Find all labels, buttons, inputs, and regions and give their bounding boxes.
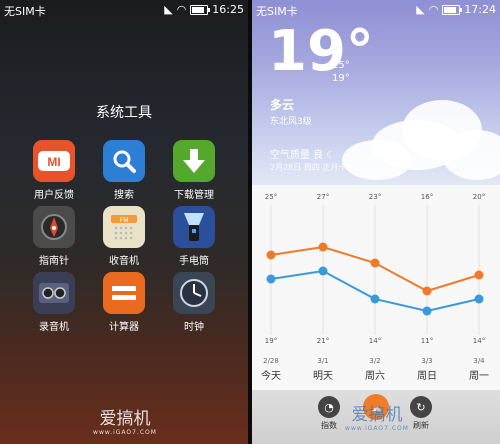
app-calculator[interactable]: 计算器 [89,272,159,333]
day-tick-label: 明天 [313,370,333,382]
watermark-url: www.iGAO7.COM [93,429,157,436]
battery-icon [190,4,211,15]
app-label: 用户反馈 [34,190,74,201]
left-phone-screen: 无SIM卡 ◣ ◠ 16:25 系统工具 MI 用户反馈 搜索 下载管理 指南针… [0,0,248,444]
data-label: 11° [421,337,433,345]
battery-icon [442,4,463,15]
app-label: 时钟 [184,322,204,333]
current-temperature: 19° [268,19,374,84]
data-point [266,250,276,260]
watermark: 爱搞机 www.iGAO7.COM [332,400,422,432]
data-point [422,306,432,316]
data-label: 19° [265,337,277,345]
bottom-toolbar: ◔ 指数 ☁ ↻ 刷新 爱搞机 www.iGAO7.COM [252,390,500,444]
wind-info: 东北风3级 [270,117,312,127]
app-download-manager[interactable]: 下载管理 [159,140,229,201]
data-point [266,274,276,284]
date-tick-label: 3/4 [473,357,485,365]
clock-text: 16:25 [212,3,244,16]
air-quality[interactable]: 空气质量 良 ☾ [270,146,335,161]
temperature-high: 25° [332,60,350,71]
day-tick-label: 周日 [417,370,437,382]
watermark-url: www.iGAO7.COM [345,425,409,432]
data-label: 23° [369,193,381,201]
data-label: 27° [317,193,329,201]
app-search[interactable]: 搜索 [89,140,159,201]
data-point [370,258,380,268]
day-tick-label: 周一 [469,370,489,382]
date-line: 2月28日 周四 正月十九 [270,163,355,172]
watermark-text: 爱搞机 [351,405,403,425]
day-tick-label: 周六 [365,370,385,382]
mi-feedback-icon: MI [33,140,75,182]
carrier-text: 无SIM卡 [256,5,298,18]
app-compass[interactable]: 指南针 [19,206,89,267]
clock-text: 17:24 [464,3,496,16]
carrier-text: 无SIM卡 [4,5,46,18]
calculator-icon [103,272,145,314]
app-recorder[interactable]: 录音机 [19,272,89,333]
mute-icon: ◣ [416,3,425,16]
status-bar: 无SIM卡 ◣ ◠ 16:25 [0,0,248,18]
data-point [318,266,328,276]
data-point [422,286,432,296]
data-point [370,294,380,304]
wifi-icon: ◠ [176,3,187,16]
flashlight-icon [173,206,215,248]
watermark-text: 爱搞机 [99,409,151,429]
data-label: 20° [473,193,485,201]
day-tick-label: 今天 [261,369,281,382]
date-tick-label: 3/3 [421,357,432,365]
app-label: 收音机 [109,256,139,267]
clock-icon [173,272,215,314]
data-point [318,242,328,252]
right-phone-screen: 无SIM卡 ◣ ◠ 17:24 19° 25° 19° 多云 东北风3级 空气质… [252,0,500,444]
leaf-icon: ☾ [326,150,336,161]
folder-title: 系统工具 [96,105,152,121]
date-tick-label: 3/1 [317,357,328,365]
app-label: 计算器 [109,322,139,333]
app-label: 录音机 [39,322,69,333]
svg-text:FM: FM [120,218,129,224]
wifi-icon: ◠ [428,3,439,16]
app-radio[interactable]: FM 收音机 [89,206,159,267]
data-label: 14° [473,337,485,345]
data-label: 25° [265,193,277,201]
data-label: 14° [369,337,381,345]
app-label: 搜索 [114,190,134,201]
recorder-icon [33,272,75,314]
search-icon [103,140,145,182]
compass-icon [33,206,75,248]
radio-icon: FM [103,206,145,248]
data-label: 16° [421,193,433,201]
mute-icon: ◣ [164,3,173,16]
forecast-chart: 25° 27° 23° 16° 20° 19° 21° 14° 11° 14° 2/28 3/1 3/2… [261,193,489,382]
watermark: 爱搞机 www.iGAO7.COM [70,404,180,436]
date-tick-label: 2/28 [263,357,279,365]
data-point [474,294,484,304]
air-quality-text: 空气质量 良 [270,150,324,161]
status-bar: 无SIM卡 ◣ ◠ 17:24 [252,0,500,18]
download-icon [173,140,215,182]
app-label: 手电筒 [179,256,209,267]
app-feedback[interactable]: MI 用户反馈 [19,140,89,201]
app-flashlight[interactable]: 手电筒 [159,206,229,267]
app-label: 指南针 [39,256,69,267]
app-label: 下载管理 [174,190,214,201]
temperature-low: 19° [332,73,350,84]
weather-condition: 多云 [270,98,295,112]
data-label: 21° [317,337,329,345]
date-tick-label: 3/2 [369,357,380,365]
screenshot-pair: 无SIM卡 ◣ ◠ 16:25 系统工具 MI 用户反馈 搜索 下载管理 指南针… [0,0,500,444]
app-clock[interactable]: 时钟 [159,272,229,333]
data-point [474,270,484,280]
svg-text:MI: MI [47,155,60,169]
